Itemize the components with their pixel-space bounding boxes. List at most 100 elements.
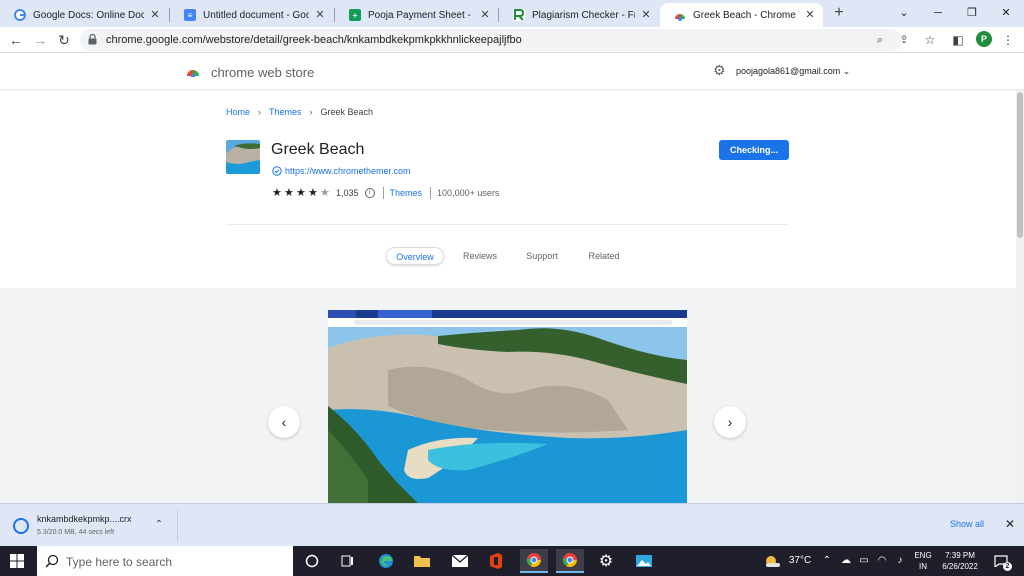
photos-icon[interactable] — [630, 549, 658, 573]
cortana-icon[interactable] — [298, 549, 326, 573]
notification-icon[interactable] — [990, 546, 1012, 576]
download-bar: knkambdkekpmkp....crx 5.3/20.0 MB, 44 se… — [0, 503, 1024, 546]
tab-overview[interactable]: Overview — [386, 247, 444, 265]
item-title: Greek Beach — [271, 141, 365, 158]
search-icon — [45, 554, 59, 568]
edge-browser-icon[interactable] — [372, 549, 400, 573]
close-icon[interactable]: ✕ — [148, 8, 162, 22]
star-filled-icon: ★ — [296, 187, 306, 199]
new-tab-button[interactable]: + — [830, 4, 848, 22]
file-explorer-icon[interactable] — [408, 549, 436, 573]
breadcrumb: Home › Themes › Greek Beach — [226, 107, 373, 117]
mail-icon[interactable] — [446, 549, 474, 573]
verified-check-icon — [272, 166, 282, 176]
taskbar-search-box[interactable]: Type here to search — [37, 546, 293, 576]
system-clock[interactable]: 7:39 PM 6/26/2022 — [938, 550, 982, 572]
task-view-icon[interactable] — [334, 549, 362, 573]
star-filled-icon: ★ — [308, 187, 318, 199]
previous-screenshot-button[interactable]: ‹ — [268, 406, 300, 438]
minimize-button[interactable]: ─ — [924, 3, 952, 23]
google-icon — [14, 9, 26, 21]
divider — [430, 187, 432, 199]
window-close-button[interactable]: ✕ — [992, 3, 1020, 23]
language-code: ENG — [914, 551, 932, 560]
url-text: chrome.google.com/webstore/detail/greek-… — [106, 34, 522, 46]
browser-tab-label: Google Docs: Online Document — [33, 9, 144, 21]
menu-kebab-icon[interactable]: ⋮ — [998, 30, 1018, 50]
browser-tab-plagiarism-checker[interactable]: Plagiarism Checker - Free & Accurate ✕ — [499, 3, 659, 27]
plagiarism-icon — [513, 9, 525, 21]
close-icon[interactable]: ✕ — [803, 8, 817, 22]
bookmark-star-icon[interactable]: ☆ — [920, 30, 940, 50]
share-icon[interactable]: ⇪ — [896, 32, 912, 48]
rating-stars: ★ ★ ★ ★ ★ — [272, 187, 332, 199]
breadcrumb-home[interactable]: Home — [226, 107, 250, 117]
developer-website-link[interactable]: https://www.chromethemer.com — [285, 166, 411, 176]
scrollbar-thumb[interactable] — [1017, 92, 1023, 238]
close-download-bar-icon[interactable]: ✕ — [1003, 517, 1017, 531]
office-icon[interactable] — [482, 549, 510, 573]
browser-tab-google-docs[interactable]: Google Docs: Online Document ✕ — [0, 3, 168, 27]
restore-button[interactable]: ❐ — [958, 3, 986, 23]
gear-icon[interactable]: ⚙ — [713, 63, 727, 77]
volume-icon[interactable]: ♪ — [892, 546, 908, 576]
item-thumbnail — [226, 140, 260, 174]
browser-tab-payment-sheet[interactable]: + Pooja Payment Sheet - Google Sheets ✕ — [335, 3, 498, 27]
meet-now-icon[interactable]: ▭ — [856, 546, 872, 576]
wifi-icon[interactable]: ◠ — [874, 546, 890, 576]
rating-row: ★ ★ ★ ★ ★ 1,035 i Themes 100,000+ users — [272, 187, 499, 199]
section-divider — [226, 224, 789, 225]
tab-reviews[interactable]: Reviews — [456, 247, 504, 265]
download-status: 5.3/20.0 MB, 44 secs left — [37, 529, 115, 536]
rating-count[interactable]: 1,035 — [336, 188, 359, 198]
taskbar-search-placeholder: Type here to search — [66, 555, 173, 569]
language-region: IN — [919, 562, 927, 571]
show-all-downloads-button[interactable]: Show all — [950, 519, 984, 529]
onedrive-icon[interactable]: ☁ — [838, 546, 854, 576]
temperature[interactable]: 37°C — [786, 546, 814, 576]
tab-search-chevron-icon[interactable]: ⌄ — [890, 3, 918, 23]
tray-chevron-up-icon[interactable]: ⌃ — [820, 546, 834, 576]
clock-time: 7:39 PM — [945, 551, 975, 560]
chevron-up-icon[interactable]: ⌃ — [152, 517, 166, 533]
browser-tab-label: Pooja Payment Sheet - Google Sheets — [368, 9, 474, 21]
info-icon[interactable]: i — [364, 188, 375, 198]
category-link[interactable]: Themes — [390, 188, 423, 198]
next-screenshot-button[interactable]: › — [714, 406, 746, 438]
add-to-chrome-button[interactable]: Checking... — [719, 140, 789, 160]
screenshot-gallery: ‹ › — [0, 288, 1016, 503]
star-filled-icon: ★ — [272, 187, 282, 199]
download-filename[interactable]: knkambdkekpmkp....crx — [37, 514, 132, 524]
chrome-taskbar-icon[interactable] — [520, 549, 548, 573]
tab-support[interactable]: Support — [518, 247, 566, 265]
webstore-icon — [674, 9, 686, 21]
forward-arrow-icon[interactable]: → — [30, 30, 50, 50]
close-icon[interactable]: ✕ — [478, 8, 492, 22]
back-arrow-icon[interactable]: ← — [6, 30, 26, 50]
chrome-profile-taskbar-icon[interactable] — [556, 549, 584, 573]
browser-tab-label: Greek Beach - Chrome Web Store — [693, 9, 799, 21]
browser-tab-greek-beach[interactable]: Greek Beach - Chrome Web Store ✕ — [660, 3, 823, 27]
windows-start-icon[interactable] — [10, 554, 24, 568]
download-progress-icon — [13, 518, 29, 534]
browser-tab-untitled-document[interactable]: ≡ Untitled document - Google Docs ✕ — [170, 3, 333, 27]
address-bar[interactable]: chrome.google.com/webstore/detail/greek-… — [80, 29, 909, 51]
settings-gear-icon[interactable]: ⚙ — [592, 549, 620, 573]
webstore-logo-icon[interactable] — [186, 65, 200, 77]
store-name[interactable]: chrome web store — [211, 65, 314, 80]
zoom-icon[interactable]: ⌕ — [872, 32, 888, 48]
tab-related[interactable]: Related — [580, 247, 628, 265]
account-email-text: poojagola861@gmail.com — [736, 66, 841, 76]
close-icon[interactable]: ✕ — [313, 8, 327, 22]
divider — [177, 510, 178, 542]
breadcrumb-themes[interactable]: Themes — [269, 107, 302, 117]
weather-icon[interactable] — [762, 546, 784, 576]
profile-avatar[interactable]: P — [976, 31, 992, 47]
browser-tab-label: Untitled document - Google Docs — [203, 9, 309, 21]
side-panel-icon[interactable]: ◧ — [948, 30, 968, 50]
close-icon[interactable]: ✕ — [639, 8, 653, 22]
language-indicator[interactable]: ENG IN — [910, 550, 936, 572]
account-email[interactable]: poojagola861@gmail.com ⌄ — [736, 66, 850, 77]
chevron-down-icon: ⌄ — [842, 66, 851, 76]
reload-icon[interactable]: ↻ — [54, 30, 74, 50]
